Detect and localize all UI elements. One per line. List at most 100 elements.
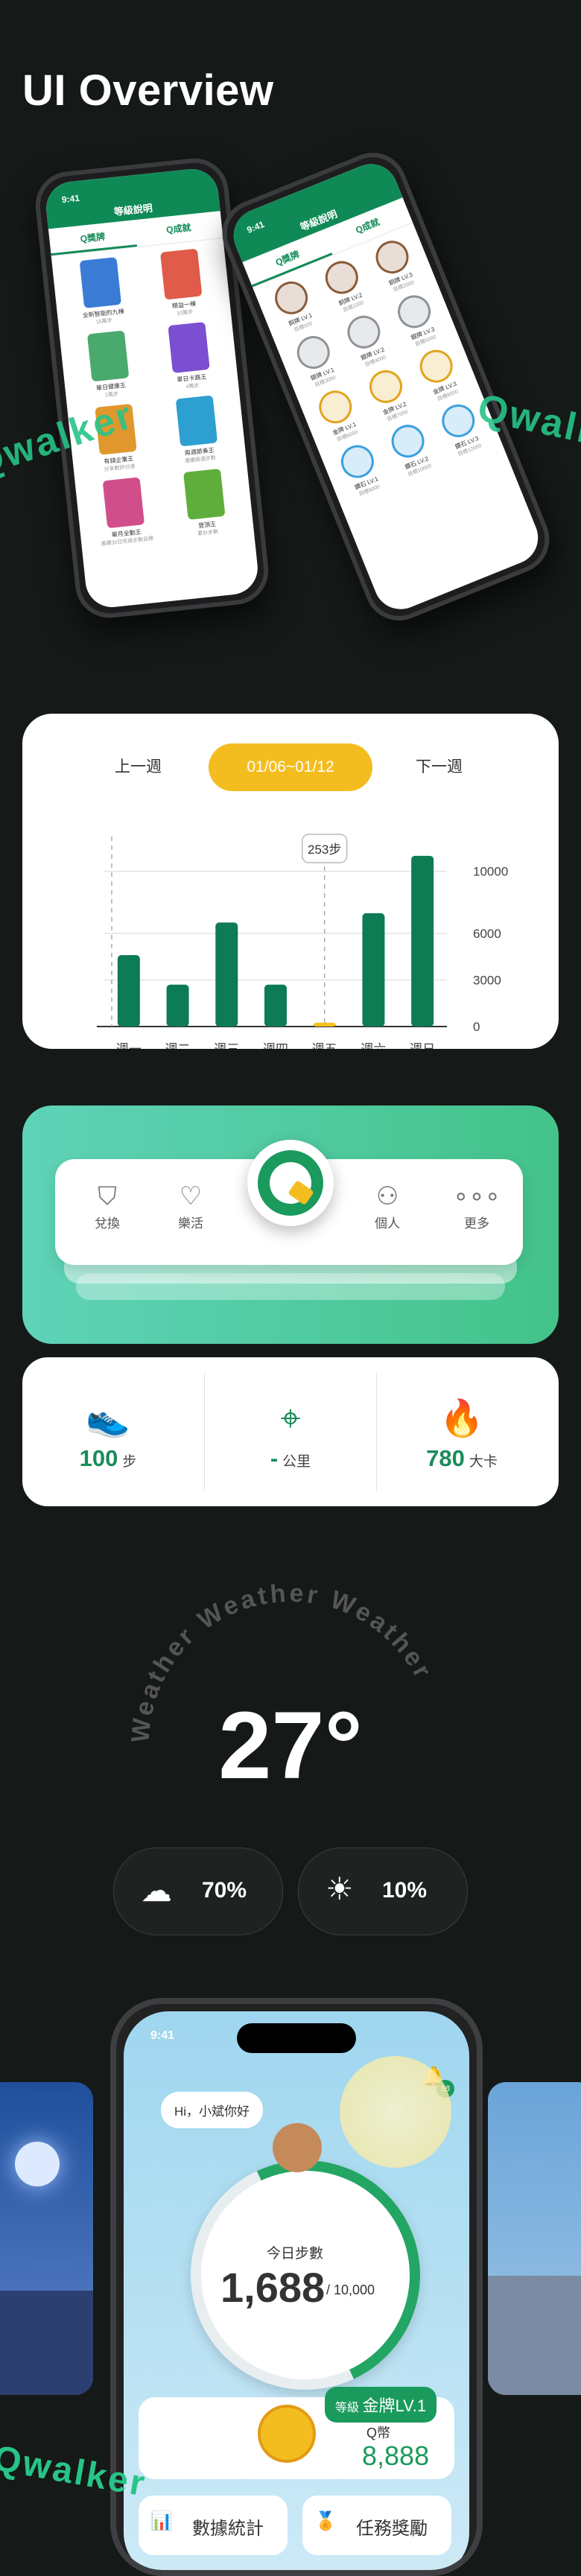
status-time: 9:41 [245, 218, 266, 235]
nav-label: 樂活 [178, 1216, 203, 1231]
level-value: 金牌LV.1 [362, 2396, 427, 2415]
bar [362, 913, 385, 1027]
badge-image-icon [79, 257, 121, 308]
nav-showcase: ⛉ 兌換 ♡ 樂活 ⚇ 個人 ∘∘∘ 更多 [22, 1105, 559, 1344]
home-screen: 9:41 🔔 88 Hi，小斌你好 今日步數 1,688 / 10,000 等級… [124, 2011, 469, 2570]
menu-rewards[interactable]: 🏅 任務獎勵 [302, 2496, 451, 2555]
home-fab[interactable] [247, 1140, 334, 1226]
x-tick-label: 週日 [410, 1042, 435, 1049]
y-tick-label: 6000 [473, 927, 501, 941]
badge-card[interactable]: 精益一棟 10萬步 [140, 247, 223, 320]
bar [264, 984, 287, 1027]
status-time: 9:41 [150, 2029, 175, 2042]
home-phone: 9:41 🔔 88 Hi，小斌你好 今日步數 1,688 / 10,000 等級… [110, 1998, 483, 2576]
night-weather-card [0, 2082, 93, 2395]
y-tick-label: 3000 [473, 974, 501, 988]
menu-stats[interactable]: 📊 數據統計 [139, 2496, 288, 2555]
nav-item-more[interactable]: ∘∘∘ 更多 [447, 1180, 507, 1231]
distance-unit: 公里 [282, 1454, 311, 1470]
steps-unit: 步 [122, 1454, 137, 1470]
today-steps-label: 今日步數 [266, 2246, 323, 2262]
badge-image-icon [159, 248, 202, 300]
stats-card: 👟 100 步 ⌖ - 公里 🔥 780 大卡 [22, 1357, 559, 1506]
person-icon: ⚇ [375, 1182, 399, 1211]
calories-unit: 大卡 [469, 1454, 498, 1470]
greeting-bubble: Hi，小斌你好 [161, 2092, 264, 2128]
bar [117, 955, 140, 1027]
sun-decoration [340, 2056, 451, 2168]
level-badge: 等級 金牌LV.1 [325, 2387, 437, 2423]
nav-label: 個人 [375, 1216, 400, 1231]
badge-card[interactable]: 登頂王 累計步數 [163, 466, 247, 540]
step-goal: / 10,000 [326, 2282, 375, 2297]
bar [313, 1022, 336, 1027]
rain-chance-pill: ☁ 70% [113, 1847, 283, 1935]
distance-stat: ⌖ - 公里 [205, 1393, 376, 1472]
y-tick-label: 0 [473, 1020, 480, 1034]
status-time: 9:41 [61, 192, 80, 206]
badge-image-icon [86, 330, 129, 382]
rain-weather-card [488, 2082, 581, 2395]
today-steps: 1,688 [220, 2264, 326, 2311]
badge-image-icon [175, 395, 218, 447]
map-pin-icon: ⌖ [280, 1399, 301, 1438]
badge-card[interactable]: 單月全勤王 連續30日完成步數目標 [83, 475, 166, 549]
coin-label: Q幣 [366, 2426, 391, 2440]
x-tick-label: 週一 [116, 1042, 142, 1049]
heart-icon: ♡ [179, 1182, 203, 1211]
qwalker-logo-icon [258, 1150, 323, 1216]
level-prefix: 等級 [335, 2402, 360, 2414]
uv-pill: ☀ 10% [298, 1847, 468, 1935]
sun-icon: ☀ [326, 1871, 354, 1906]
tooltip-text: 253步 [308, 843, 341, 857]
level-card: 等級 金牌LV.1 Q幣 8,888 [139, 2387, 454, 2479]
chart-icon: 📊 [150, 2511, 173, 2531]
more-icon: ∘∘∘ [453, 1182, 501, 1211]
bar [215, 922, 238, 1027]
badge-grid: 全新智能的九棟 15萬步 精益一棟 10萬步 單日健康王 2萬步 單日卡路王 4萬步 有錢企業王… [51, 238, 255, 557]
calories-value: 780 [426, 1445, 465, 1471]
weekly-chart-card: 上一週 01/06~01/12 下一週 03000600010000週一週二週三… [22, 714, 559, 1049]
badge-card[interactable]: 全新智能的九棟 15萬步 [60, 255, 143, 329]
nav-label: 兌換 [95, 1216, 120, 1231]
x-tick-label: 週四 [263, 1042, 288, 1049]
x-tick-label: 週三 [214, 1042, 239, 1049]
distance-value: - [270, 1445, 279, 1471]
bar [411, 855, 434, 1027]
weekly-steps-chart: 0 3000 6000 10000 週一 週二 週三 週四 週五 253步週六 週日 [97, 834, 508, 1049]
rain-chance-value: 70% [202, 1878, 247, 1903]
medals-screen: 9:41 等級說明 Q獎牌 Q成就 銅牌 LV.1 目標500 銅牌 LV.2 目標1… [225, 156, 547, 618]
badge-card[interactable]: 單日卡路王 4萬步 [148, 320, 232, 393]
reward-icon: 🏅 [314, 2511, 337, 2531]
y-tick-label: 10000 [473, 865, 508, 879]
bar [166, 984, 189, 1027]
mascot-avatar [273, 2123, 322, 2172]
nav-item-redeem[interactable]: ⛉ 兌換 [77, 1180, 137, 1231]
x-tick-label: 週五 [312, 1042, 337, 1049]
rain-cloud-icon: ☁ [141, 1873, 172, 1908]
nav-item-profile[interactable]: ⚇ 個人 [358, 1180, 417, 1231]
step-ring: 今日步數 1,688 / 10,000 [158, 2128, 453, 2423]
badge-image-icon [167, 322, 210, 374]
steps-stat: 👟 100 步 [22, 1393, 194, 1472]
badge-image-icon [182, 469, 225, 520]
redeem-icon: ⛉ [98, 1182, 117, 1211]
badge-card[interactable]: 單日健康王 2萬步 [67, 329, 150, 402]
moon-icon [15, 2142, 60, 2186]
steps-value: 100 [79, 1445, 118, 1471]
dynamic-island [237, 2023, 356, 2053]
coin-value: 8,888 [362, 2440, 430, 2471]
shoe-icon: 👟 [86, 1399, 130, 1438]
flame-icon: 🔥 [439, 1399, 484, 1438]
nav-label: 更多 [464, 1216, 489, 1231]
temperature: 27° [218, 1693, 363, 1799]
calories-stat: 🔥 780 大卡 [376, 1393, 547, 1472]
page-title: UI Overview [22, 66, 274, 115]
gold-medal-icon [258, 2405, 316, 2463]
uv-value: 10% [382, 1878, 428, 1903]
x-tick-label: 週二 [165, 1042, 191, 1049]
nav-item-lohas[interactable]: ♡ 樂活 [161, 1180, 220, 1231]
x-tick-label: 週六 [361, 1042, 386, 1049]
badge-image-icon [102, 477, 145, 529]
badge-card[interactable]: 兩週節奏王 連續兩週步數 [156, 393, 239, 467]
